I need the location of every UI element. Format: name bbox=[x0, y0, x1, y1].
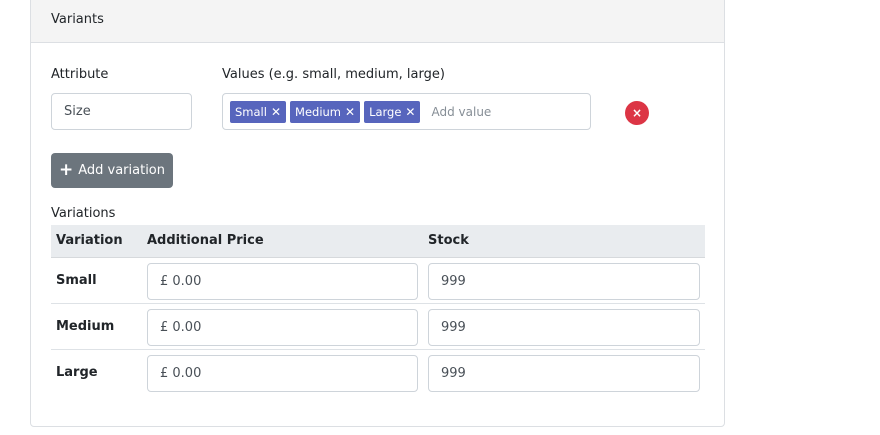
values-label: Values (e.g. small, medium, large) bbox=[222, 67, 445, 82]
remove-tag-icon[interactable]: ✕ bbox=[271, 106, 281, 118]
variation-name: Large bbox=[56, 365, 98, 380]
table-header: Variation Additional Price Stock bbox=[51, 225, 705, 258]
value-tag-label: Large bbox=[369, 105, 402, 119]
variation-name: Small bbox=[56, 273, 97, 288]
add-variation-button[interactable]: + Add variation bbox=[51, 153, 173, 188]
value-tag-label: Medium bbox=[295, 105, 341, 119]
value-tag: Medium ✕ bbox=[290, 101, 361, 123]
close-icon: × bbox=[631, 106, 643, 120]
value-tag: Small ✕ bbox=[230, 101, 287, 123]
remove-attribute-button[interactable]: × bbox=[625, 101, 649, 125]
table-row: Small £ 0.00 999 bbox=[51, 258, 705, 304]
table-row: Medium £ 0.00 999 bbox=[51, 304, 705, 350]
variations-label: Variations bbox=[51, 206, 116, 221]
variation-name: Medium bbox=[56, 319, 115, 334]
variants-card: Variants Attribute Values (e.g. small, m… bbox=[30, 0, 725, 427]
card-header: Variants bbox=[31, 0, 724, 43]
column-header-price: Additional Price bbox=[147, 233, 264, 248]
value-tag-label: Small bbox=[235, 105, 267, 119]
stock-input[interactable]: 999 bbox=[428, 263, 700, 300]
remove-tag-icon[interactable]: ✕ bbox=[405, 106, 415, 118]
stock-input[interactable]: 999 bbox=[428, 355, 700, 392]
attribute-input[interactable]: Size bbox=[51, 93, 192, 130]
column-header-variation: Variation bbox=[56, 233, 123, 248]
add-value-placeholder[interactable]: Add value bbox=[431, 105, 491, 119]
variations-table: Variation Additional Price Stock Small £… bbox=[51, 225, 705, 395]
remove-tag-icon[interactable]: ✕ bbox=[345, 106, 355, 118]
add-variation-label: Add variation bbox=[78, 163, 166, 178]
price-input[interactable]: £ 0.00 bbox=[147, 355, 418, 392]
card-title: Variants bbox=[51, 12, 104, 27]
stock-input[interactable]: 999 bbox=[428, 309, 700, 346]
attribute-label: Attribute bbox=[51, 67, 109, 82]
values-tag-input[interactable]: Small ✕ Medium ✕ Large ✕ Add value bbox=[222, 93, 591, 130]
column-header-stock: Stock bbox=[428, 233, 469, 248]
value-tag: Large ✕ bbox=[364, 101, 421, 123]
price-input[interactable]: £ 0.00 bbox=[147, 309, 418, 346]
price-input[interactable]: £ 0.00 bbox=[147, 263, 418, 300]
table-row: Large £ 0.00 999 bbox=[51, 350, 705, 395]
plus-icon: + bbox=[58, 160, 74, 180]
